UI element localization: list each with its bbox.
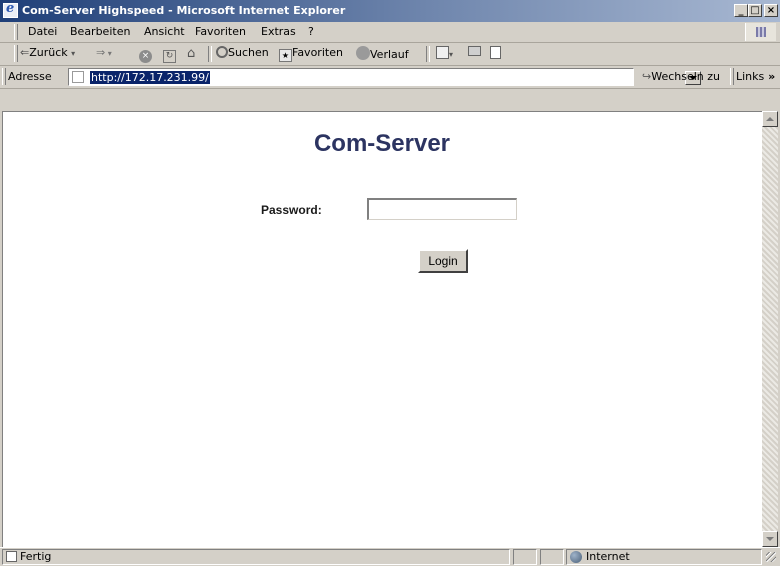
go-arrow-icon: ↪ xyxy=(642,70,652,83)
window-title: Com-Server Highspeed - Microsoft Interne… xyxy=(22,4,346,17)
toolbar: ⇐Zurück ▾ ⇒ ▾ × ↻ ⌂ Suchen ★ Favoriten Ve… xyxy=(0,43,780,66)
status-text: Fertig xyxy=(20,550,52,563)
resize-grip[interactable] xyxy=(766,552,776,562)
print-button[interactable] xyxy=(468,46,481,59)
menu-bearbeiten[interactable]: Bearbeiten xyxy=(70,25,130,38)
links-grip xyxy=(730,68,734,85)
links-label: Links xyxy=(736,70,765,83)
toolbar-separator xyxy=(426,46,430,62)
chevron-down-icon: ▾ xyxy=(449,50,454,59)
password-field[interactable] xyxy=(367,198,517,220)
mail-icon xyxy=(436,46,449,59)
forward-arrow-icon: ⇒ xyxy=(96,46,106,59)
address-bar: Adresse http://172.17.231.99/ ↪Wechseln … xyxy=(0,66,780,89)
favorites-button[interactable]: ★ Favoriten xyxy=(279,46,343,62)
address-label: Adresse xyxy=(8,70,52,83)
back-label: Zurück xyxy=(29,46,68,59)
scroll-down-button[interactable] xyxy=(762,531,778,547)
page-icon xyxy=(72,71,84,83)
toolbar-separator xyxy=(208,46,212,62)
status-main-cell xyxy=(2,549,510,565)
menu-datei[interactable]: Datei xyxy=(28,25,57,38)
address-grip xyxy=(2,68,6,85)
menu-ansicht[interactable]: Ansicht xyxy=(144,25,185,38)
edit-icon xyxy=(490,46,501,59)
mail-button[interactable]: ▾ xyxy=(436,46,453,60)
history-button[interactable]: Verlauf xyxy=(356,46,409,61)
vertical-scrollbar[interactable] xyxy=(762,111,778,547)
status-bar: Fertig Internet xyxy=(0,547,780,566)
back-button[interactable]: ⇐Zurück ▾ xyxy=(20,46,75,59)
stop-button[interactable]: × xyxy=(139,46,152,63)
refresh-icon: ↻ xyxy=(163,50,176,63)
edit-button[interactable] xyxy=(490,46,501,60)
history-icon xyxy=(356,46,370,60)
chevron-right-icon: » xyxy=(764,70,776,83)
maximize-button[interactable]: □ xyxy=(748,4,762,17)
menu-grip xyxy=(14,24,18,40)
close-button[interactable]: × xyxy=(764,4,778,17)
address-url[interactable]: http://172.17.231.99/ xyxy=(90,71,210,84)
zone-text: Internet xyxy=(586,550,630,563)
back-arrow-icon: ⇐ xyxy=(20,46,30,59)
page-title: Com-Server xyxy=(313,130,451,157)
page-icon xyxy=(6,551,17,562)
title-bar: Com-Server Highspeed - Microsoft Interne… xyxy=(0,0,780,22)
globe-icon xyxy=(570,551,582,563)
chevron-down-icon: ▾ xyxy=(105,49,112,58)
home-icon: ⌂ xyxy=(187,46,196,61)
password-label: Password: xyxy=(261,203,322,217)
search-button[interactable]: Suchen xyxy=(216,46,269,59)
menu-help[interactable]: ? xyxy=(308,25,314,38)
status-cell xyxy=(540,549,564,565)
chevron-down-icon: ▾ xyxy=(71,49,76,58)
refresh-button[interactable]: ↻ xyxy=(163,46,176,63)
search-icon xyxy=(216,46,228,58)
address-input[interactable]: http://172.17.231.99/ xyxy=(68,68,701,86)
favorites-icon: ★ xyxy=(279,49,292,62)
ie-icon xyxy=(3,1,18,18)
history-label: Verlauf xyxy=(370,48,409,61)
status-cell xyxy=(513,549,537,565)
search-label: Suchen xyxy=(228,46,269,59)
toolbar-grip xyxy=(14,45,18,62)
menu-bar: Datei Bearbeiten Ansicht Favoriten Extra… xyxy=(0,22,780,43)
menu-favoriten[interactable]: Favoriten xyxy=(195,25,246,38)
go-button[interactable]: ↪Wechseln zu xyxy=(642,70,720,83)
minimize-button[interactable]: _ xyxy=(734,4,748,17)
favorites-label: Favoriten xyxy=(292,46,343,59)
print-icon xyxy=(468,46,481,56)
page-content: Com-Server Password: Login xyxy=(2,111,762,547)
stop-icon: × xyxy=(139,50,152,63)
menu-extras[interactable]: Extras xyxy=(261,25,296,38)
go-label: Wechseln zu xyxy=(651,70,721,83)
forward-button[interactable]: ⇒ ▾ xyxy=(96,46,112,59)
home-button[interactable]: ⌂ xyxy=(187,46,195,61)
login-button[interactable]: Login xyxy=(418,249,468,273)
links-button[interactable]: Links » xyxy=(736,70,775,83)
scroll-up-button[interactable] xyxy=(762,111,778,127)
windows-logo-icon xyxy=(745,23,776,41)
